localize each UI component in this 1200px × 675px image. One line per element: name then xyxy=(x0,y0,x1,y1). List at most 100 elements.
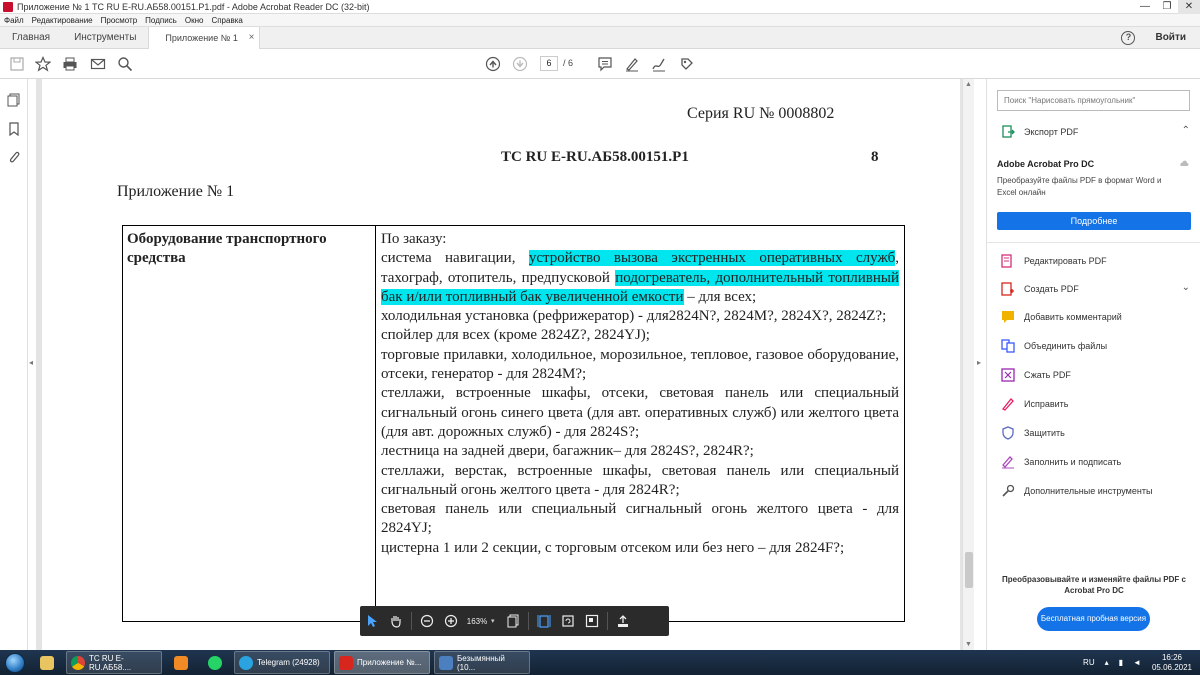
menu-view[interactable]: Просмотр xyxy=(101,16,138,25)
page-layout-icon[interactable] xyxy=(501,606,525,636)
collapse-right-panel-icon[interactable]: ▸ xyxy=(977,358,983,370)
vertical-scrollbar[interactable]: ▲ ▼ xyxy=(962,79,974,650)
trial-promo-text: Преобразовывайте и изменяйте файлы PDF с… xyxy=(1002,575,1186,595)
table-right-cell: По заказу: система навигации, устройство… xyxy=(381,230,899,558)
hand-tool-icon[interactable] xyxy=(384,606,408,636)
tool-label: Защитить xyxy=(1024,428,1065,438)
tool-search-input[interactable]: Поиск "Нарисовать прямоугольник" xyxy=(997,90,1190,111)
scroll-down-icon[interactable]: ▼ xyxy=(965,641,972,648)
tool-protect[interactable]: Защитить xyxy=(1001,425,1065,441)
scroll-up-icon[interactable]: ▲ xyxy=(965,81,972,88)
main-toolbar: 6 / 6 xyxy=(0,49,1200,79)
print-icon[interactable] xyxy=(62,56,78,72)
tool-create-pdf[interactable]: Создать PDF xyxy=(1001,281,1079,297)
menu-edit[interactable]: Редактирование xyxy=(32,16,93,25)
table-text-intro: По заказу: xyxy=(381,231,447,247)
previous-page-icon[interactable] xyxy=(485,56,501,72)
zoom-level[interactable]: 163% xyxy=(463,617,491,626)
scroll-thumb[interactable] xyxy=(965,552,973,588)
volume-icon[interactable]: ◄ xyxy=(1133,658,1141,667)
tool-label: Создать PDF xyxy=(1024,284,1079,294)
tab-close-icon[interactable]: × xyxy=(249,27,255,49)
zoom-in-icon[interactable] xyxy=(439,606,463,636)
clock[interactable]: 16:26 05.06.2021 xyxy=(1152,653,1192,673)
tab-tools[interactable]: Инструменты xyxy=(62,27,148,49)
email-icon[interactable] xyxy=(90,56,106,72)
cloud-icon xyxy=(1180,160,1189,166)
start-button[interactable] xyxy=(0,650,30,675)
close-button[interactable]: ✕ xyxy=(1178,0,1200,14)
tab-home[interactable]: Главная xyxy=(0,27,62,49)
paint-taskbar-button[interactable]: Безымянный (10... xyxy=(434,651,530,674)
telegram-taskbar-button[interactable]: Telegram (24928) xyxy=(234,651,330,674)
highlighted-text[interactable]: устройство вызова экстренных оперативных… xyxy=(528,250,896,267)
tool-edit-pdf[interactable]: Редактировать PDF xyxy=(1001,253,1107,269)
menu-window[interactable]: Окно xyxy=(185,16,204,25)
edit-pdf-icon xyxy=(1001,254,1012,268)
tool-combine-files[interactable]: Объединить файлы xyxy=(1001,338,1107,354)
tc-number: ТС RU E-RU.АБ58.00151.P1 xyxy=(501,149,689,165)
create-pdf-icon xyxy=(1001,282,1014,296)
tab-document[interactable]: Приложение № 1 ... × xyxy=(148,26,261,65)
page-number-input[interactable]: 6 xyxy=(540,56,558,71)
table-text-p6: лестница на задней двери, багажник– для … xyxy=(381,443,754,460)
save-icon[interactable] xyxy=(9,56,25,72)
menu-file[interactable]: Файл xyxy=(4,16,24,25)
network-icon[interactable]: ▮ xyxy=(1119,658,1123,667)
highlight-pen-icon[interactable] xyxy=(624,56,640,72)
table-text-p8: световая панель или специальный сигнальн… xyxy=(381,501,899,537)
tool-label: Редактировать PDF xyxy=(1024,256,1107,266)
minimize-button[interactable]: — xyxy=(1134,0,1156,14)
next-page-icon[interactable] xyxy=(512,56,528,72)
acrobat-app-icon xyxy=(3,1,13,12)
appendix-heading: Приложение № 1 xyxy=(117,183,235,200)
whatsapp-taskbar-icon[interactable] xyxy=(200,651,230,674)
collapse-left-panel-icon[interactable]: ◂ xyxy=(29,358,35,370)
tool-add-comment[interactable]: Добавить комментарий xyxy=(1001,309,1122,325)
sign-in-button[interactable]: Войти xyxy=(1155,32,1186,43)
fix-pen-icon xyxy=(1001,398,1014,411)
acrobat-taskbar-button[interactable]: Приложение №... xyxy=(334,651,430,674)
page-thumbnails-icon[interactable] xyxy=(7,93,21,107)
language-indicator[interactable]: RU xyxy=(1083,658,1095,667)
chrome-taskbar-button[interactable]: TC RU E-RU.АБ58.... xyxy=(66,651,162,674)
more-info-button[interactable]: Подробнее xyxy=(997,212,1191,230)
zoom-out-icon[interactable] xyxy=(415,606,439,636)
bookmarks-icon[interactable] xyxy=(7,122,21,136)
tool-label: Заполнить и подписать xyxy=(1024,457,1122,467)
clock-time: 16:26 xyxy=(1161,652,1182,662)
search-icon[interactable] xyxy=(117,56,133,72)
menu-bar: Файл Редактирование Просмотр Подпись Окн… xyxy=(0,14,1200,27)
tool-compress-pdf[interactable]: Сжать PDF xyxy=(1001,367,1071,383)
draw-sign-icon[interactable] xyxy=(651,56,667,72)
rotate-icon[interactable] xyxy=(556,606,580,636)
tool-fill-sign[interactable]: Заполнить и подписать xyxy=(1001,454,1121,470)
fullscreen-icon[interactable] xyxy=(580,606,604,636)
media-player-taskbar-icon[interactable] xyxy=(166,651,196,674)
share-upload-icon[interactable] xyxy=(611,606,635,636)
maximize-button[interactable]: ❐ xyxy=(1156,0,1178,14)
chevron-up-icon[interactable]: ⌃ xyxy=(1182,125,1190,136)
attachments-icon[interactable] xyxy=(7,150,21,164)
help-icon[interactable]: ? xyxy=(1121,30,1136,45)
tool-label: Объединить файлы xyxy=(1024,341,1108,351)
bookmark-star-icon[interactable] xyxy=(35,56,51,72)
free-trial-button[interactable]: Бесплатная пробная версия xyxy=(1037,607,1150,631)
fit-width-icon[interactable] xyxy=(532,606,556,636)
menu-help[interactable]: Справка xyxy=(211,16,242,25)
tool-more-tools[interactable]: Дополнительные инструменты xyxy=(1001,483,1152,499)
comment-icon[interactable] xyxy=(597,56,613,72)
select-pointer-icon[interactable] xyxy=(360,606,384,636)
zoom-dropdown-icon[interactable]: ▾ xyxy=(491,617,501,625)
shield-icon xyxy=(1002,426,1014,440)
chevron-down-icon[interactable]: ⌄ xyxy=(1182,282,1190,293)
explorer-taskbar-icon[interactable] xyxy=(32,651,62,674)
more-tools-icon xyxy=(1002,484,1015,497)
tray-expand-icon[interactable]: ▴ xyxy=(1105,658,1109,667)
document-view[interactable]: Серия RU № 0008802 ТС RU E-RU.АБ58.00151… xyxy=(36,79,962,650)
menu-sign[interactable]: Подпись xyxy=(145,16,177,25)
stamp-icon[interactable] xyxy=(679,56,695,72)
export-pdf-tool[interactable]: Экспорт PDF xyxy=(1001,124,1078,140)
window-title: Приложение № 1 ТС RU E-RU.АБ58.00151.P1.… xyxy=(17,1,370,12)
tool-fix[interactable]: Исправить xyxy=(1001,396,1068,412)
